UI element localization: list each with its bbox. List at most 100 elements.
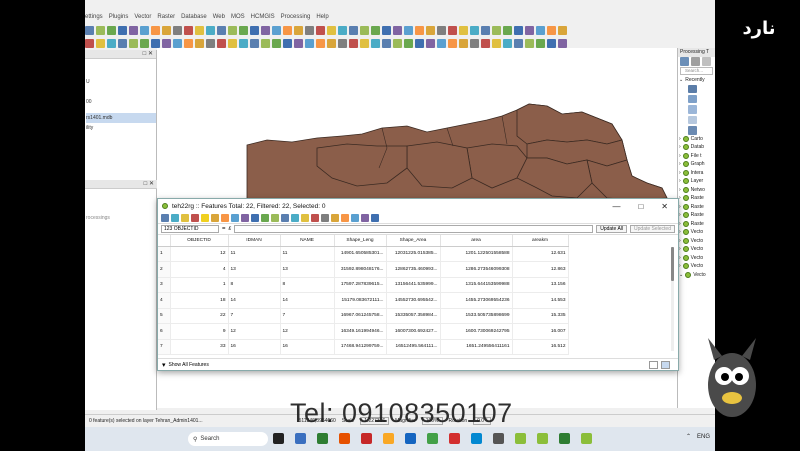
table-cell[interactable]: 1600.730069242795	[440, 323, 513, 340]
table-cell[interactable]: 14	[280, 292, 335, 309]
table-row[interactable]: 4 18 14 14 15179.083672111... 14552730.695542…	[158, 292, 569, 309]
toolbar-tool-icon[interactable]	[283, 25, 292, 35]
algorithm-icon[interactable]	[688, 115, 697, 125]
toolbar-tool-icon[interactable]	[558, 25, 567, 35]
table-cell[interactable]: 13156441.535999...	[386, 277, 441, 293]
attribute-tool-icon[interactable]	[181, 214, 189, 222]
attribute-tool-icon[interactable]	[221, 214, 229, 222]
toolbox-group[interactable]: › Datab	[678, 143, 715, 152]
toolbar-tool-icon[interactable]	[459, 25, 468, 35]
table-cell[interactable]: 12	[280, 323, 335, 340]
toolbox-group[interactable]: › File t	[678, 152, 715, 161]
minimize-icon[interactable]: —	[612, 202, 620, 211]
algorithm-icon[interactable]	[688, 105, 697, 114]
field-select[interactable]: 123 OBJECTID	[161, 225, 219, 233]
taskbar-app-icon[interactable]	[515, 433, 526, 444]
gear-icon[interactable]	[680, 57, 689, 66]
language-indicator[interactable]: ENG	[697, 434, 710, 440]
table-cell[interactable]: 12.631	[512, 246, 569, 262]
toolbox-group[interactable]: › Raste	[678, 220, 715, 229]
table-cell[interactable]: 1201.122501558588	[440, 246, 513, 262]
attribute-tool-icon[interactable]	[291, 214, 299, 222]
expression-input[interactable]	[234, 225, 594, 233]
attribute-tool-icon[interactable]	[261, 214, 269, 222]
toolbar-tool-icon[interactable]	[228, 25, 237, 35]
toolbar-tool-icon[interactable]	[206, 38, 215, 48]
table-cell[interactable]: 7	[280, 308, 335, 324]
algorithm-icon[interactable]	[688, 94, 697, 104]
table-cell[interactable]: 16	[280, 339, 335, 355]
toolbox-group[interactable]: › Layer	[678, 177, 715, 186]
objectid-cell[interactable]: 22	[170, 308, 229, 324]
toolbar-tool-icon[interactable]	[492, 38, 501, 48]
toolbar-tool-icon[interactable]	[393, 38, 402, 48]
taskbar-app-icon[interactable]	[317, 433, 328, 444]
attribute-tool-icon[interactable]	[241, 214, 249, 222]
toolbar-tool-icon[interactable]	[448, 25, 457, 35]
table-cell[interactable]: 1533.505735898699	[440, 308, 513, 324]
toolbar-tool-icon[interactable]	[547, 25, 556, 35]
toolbar-tool-icon[interactable]	[327, 38, 336, 48]
toolbar-tool-icon[interactable]	[316, 38, 325, 48]
toolbar-tool-icon[interactable]	[536, 38, 545, 48]
column-header[interactable]: area	[440, 235, 513, 247]
toolbar-tool-icon[interactable]	[415, 25, 424, 35]
column-header[interactable]: Shape_Leng	[334, 235, 387, 247]
taskbar-app-icon[interactable]	[405, 433, 416, 444]
toolbox-group[interactable]: › Netwo	[678, 186, 715, 195]
taskbar-app-icon[interactable]	[559, 433, 570, 444]
toolbar-tool-icon[interactable]	[481, 25, 490, 35]
toolbar-tool-icon[interactable]	[195, 38, 204, 48]
attribute-tool-icon[interactable]	[161, 214, 169, 222]
row-number[interactable]: 6	[158, 323, 171, 340]
row-number[interactable]: 5	[158, 308, 171, 324]
toolbar-tool-icon[interactable]	[107, 38, 116, 48]
attribute-tool-icon[interactable]	[251, 214, 259, 222]
table-cell[interactable]: 17597.287839615...	[334, 277, 387, 293]
algorithm-icon[interactable]	[688, 84, 697, 93]
objectid-cell[interactable]: 9	[170, 323, 229, 340]
panel-close-icon[interactable]: □ ✕	[85, 50, 156, 59]
table-cell[interactable]: 11	[228, 246, 281, 262]
table-cell[interactable]: 12031225.015385...	[386, 246, 441, 262]
attribute-tool-icon[interactable]	[361, 214, 369, 222]
toolbar-tool-icon[interactable]	[217, 25, 226, 35]
toolbar-tool-icon[interactable]	[239, 25, 248, 35]
table-cell[interactable]: 7	[228, 308, 281, 324]
table-cell[interactable]: 1286.273546099308	[440, 261, 513, 278]
toolbar-tool-icon[interactable]	[239, 38, 248, 48]
toolbar-tool-icon[interactable]	[162, 38, 171, 48]
table-row[interactable]: 2 4 13 13 31592.898048176... 12862735.460993.…	[158, 261, 569, 278]
toolbar-tool-icon[interactable]	[217, 38, 226, 48]
toolbar-tool-icon[interactable]	[96, 25, 105, 35]
toolbar-tool-icon[interactable]	[107, 25, 116, 35]
objectid-cell[interactable]: 4	[170, 261, 229, 278]
attribute-tool-icon[interactable]	[341, 214, 349, 222]
toolbar-tool-icon[interactable]	[118, 25, 127, 35]
taskbar-search[interactable]: ⚲ Search	[188, 432, 268, 446]
taskbar-app-icon[interactable]	[449, 433, 460, 444]
toolbar-tool-icon[interactable]	[470, 25, 479, 35]
row-number[interactable]: 3	[158, 277, 171, 293]
toolbar-tool-icon[interactable]	[547, 38, 556, 48]
row-number[interactable]: 2	[158, 261, 171, 278]
layer-item[interactable]: 00	[86, 97, 156, 107]
taskbar-app-icon[interactable]	[427, 433, 438, 444]
toolbar-tool-icon[interactable]	[492, 25, 501, 35]
table-cell[interactable]: 17468.941299759...	[334, 339, 387, 355]
toolbar-tool-icon[interactable]	[151, 38, 160, 48]
maximize-icon[interactable]: □	[638, 202, 643, 211]
toolbar-tool-icon[interactable]	[448, 38, 457, 48]
toolbar-tool-icon[interactable]	[459, 38, 468, 48]
taskbar-app-icon[interactable]	[295, 433, 306, 444]
toolbox-group[interactable]: ⌄ Vecto	[678, 271, 715, 280]
toolbar-tool-icon[interactable]	[327, 25, 336, 35]
form-view-icon[interactable]	[649, 360, 658, 369]
attribute-tool-icon[interactable]	[231, 214, 239, 222]
column-header[interactable]: NAME	[280, 235, 335, 247]
table-row[interactable]: 5 22 7 7 16967.061245758... 15335057.358984..…	[158, 308, 569, 324]
toolbar-tool-icon[interactable]	[437, 25, 446, 35]
toolbar-tool-icon[interactable]	[426, 38, 435, 48]
taskbar-app-icon[interactable]	[339, 433, 350, 444]
toolbar-tool-icon[interactable]	[129, 38, 138, 48]
